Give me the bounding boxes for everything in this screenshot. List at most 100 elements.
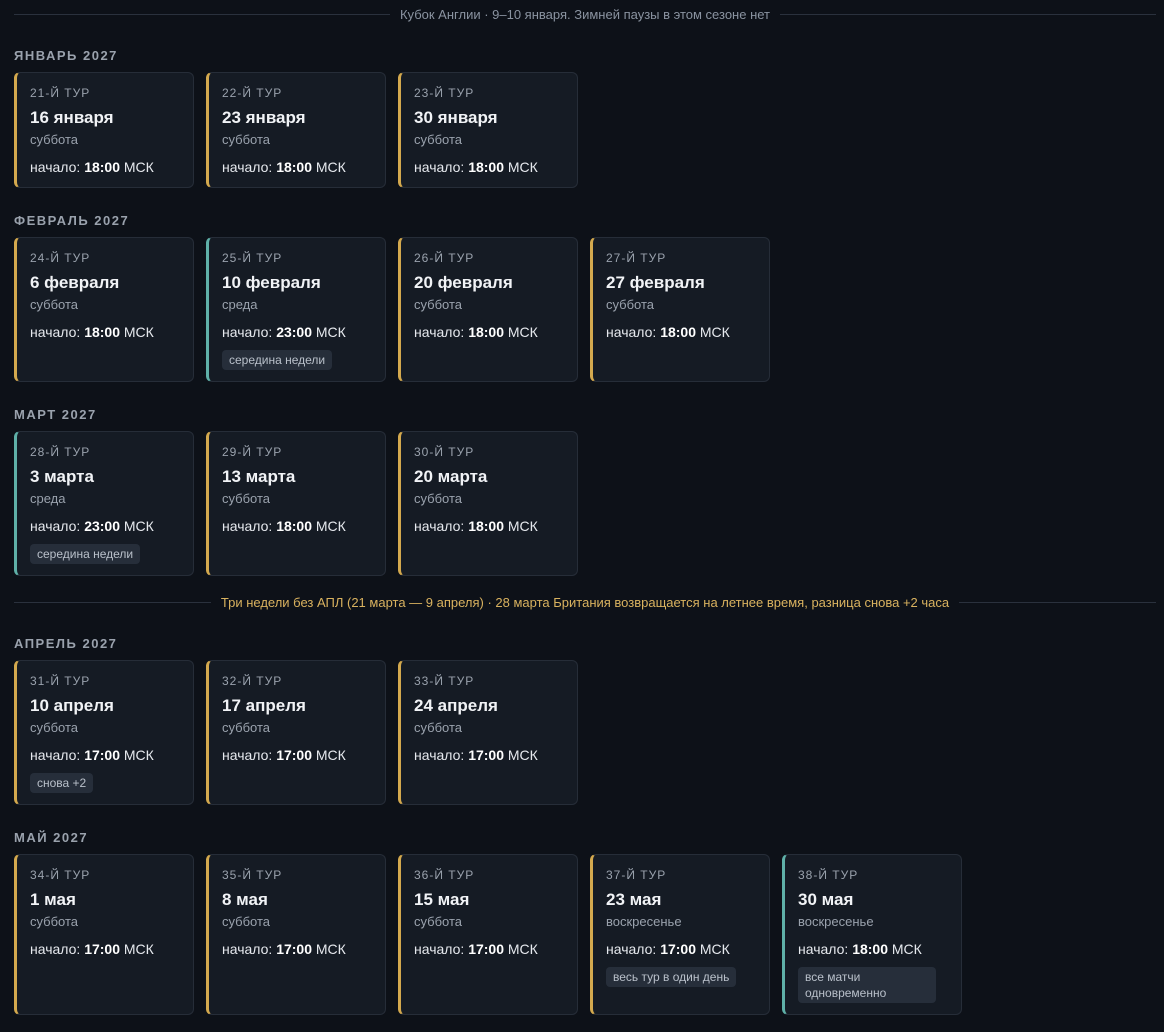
month-section: МАРТ 2027 28-Й ТУР 3 марта среда начало: 23… [14,407,1156,576]
timezone-label: МСК [507,159,538,175]
kickoff-time-value: 18:00 [84,159,120,175]
kickoff-prefix: начало: [222,324,273,340]
kickoff-prefix: начало: [414,747,465,763]
kickoff-time-value: 18:00 [468,159,504,175]
round-number: 25-Й ТУР [222,251,283,265]
timezone-label: МСК [123,747,154,763]
day-of-week: суббота [30,132,79,147]
kickoff-time-value: 23:00 [276,324,312,340]
timezone-label: МСК [315,324,346,340]
kickoff-time-value: 23:00 [84,518,120,534]
kickoff-prefix: начало: [30,159,81,175]
kickoff-prefix: начало: [798,941,849,957]
kickoff-time-value: 18:00 [468,324,504,340]
timezone-label: МСК [507,324,538,340]
day-of-week: суббота [30,720,79,735]
round-number: 31-Й ТУР [30,674,91,688]
divider-line [14,13,390,15]
day-of-week: среда [30,491,66,506]
round-date: 6 февраля [30,273,120,292]
day-of-week: среда [222,297,258,312]
month-label: МАЙ 2027 [14,830,89,845]
kickoff-prefix: начало: [222,518,273,534]
round-card: 34-Й ТУР 1 мая суббота начало: 17:00 МСК [14,854,194,1015]
kickoff-prefix: начало: [222,159,273,175]
month-section: АПРЕЛЬ 2027 31-Й ТУР 10 апреля суббота нача… [14,636,1156,805]
note-text: Кубок Англии · 9–10 января. Зимней паузы… [399,6,771,22]
kickoff-prefix: начало: [222,747,273,763]
kickoff-time: начало: 17:00 МСК [414,940,565,958]
round-card: 28-Й ТУР 3 марта среда начало: 23:00 МСК сер… [14,431,194,576]
timezone-label: МСК [507,518,538,534]
round-date: 3 марта [30,467,94,486]
round-date: 10 февраля [222,273,321,292]
kickoff-prefix: начало: [222,941,273,957]
round-card: 36-Й ТУР 15 мая суббота начало: 17:00 МСК [398,854,578,1015]
kickoff-time-value: 18:00 [660,324,696,340]
round-cards: 28-Й ТУР 3 марта среда начало: 23:00 МСК сер… [14,431,1156,576]
round-number: 29-Й ТУР [222,445,283,459]
day-of-week: суббота [30,297,79,312]
kickoff-prefix: начало: [606,324,657,340]
round-card: 23-Й ТУР 30 января суббота начало: 18:00 МС… [398,72,578,188]
kickoff-time: начало: 18:00 МСК [414,323,565,341]
kickoff-time-value: 18:00 [276,159,312,175]
day-of-week: суббота [222,132,271,147]
kickoff-time-value: 18:00 [84,324,120,340]
kickoff-time: начало: 17:00 МСК [30,746,181,764]
round-cards: 21-Й ТУР 16 января суббота начало: 18:00 МС… [14,72,1156,188]
day-of-week: суббота [414,914,463,929]
round-card: 22-Й ТУР 23 января суббота начало: 18:00 МС… [206,72,386,188]
round-card: 37-Й ТУР 23 мая воскресенье начало: 17:00 М… [590,854,770,1015]
round-badge: все матчи одновременно [798,967,936,1003]
timezone-label: МСК [315,518,346,534]
kickoff-time: начало: 18:00 МСК [222,158,373,176]
schedule: Кубок Англии · 9–10 января. Зимней паузы… [14,0,1157,1015]
kickoff-time-value: 18:00 [276,518,312,534]
kickoff-time: начало: 17:00 МСК [30,940,181,958]
round-date: 20 февраля [414,273,513,292]
international-break-note: Три недели без АПЛ (21 марта — 9 апреля)… [14,588,1157,616]
divider-line [780,13,1156,15]
round-cards: 31-Й ТУР 10 апреля суббота начало: 17:00 МС… [14,660,1156,805]
kickoff-time: начало: 17:00 МСК [414,746,565,764]
kickoff-time: начало: 17:00 МСК [222,940,373,958]
kickoff-time-value: 17:00 [468,941,504,957]
round-date: 30 января [414,108,498,127]
kickoff-time-value: 17:00 [276,747,312,763]
kickoff-time: начало: 18:00 МСК [222,517,373,535]
timezone-label: МСК [699,324,730,340]
round-card: 30-Й ТУР 20 марта суббота начало: 18:00 МСК [398,431,578,576]
round-number: 26-Й ТУР [414,251,475,265]
kickoff-prefix: начало: [30,518,81,534]
round-cards: 24-Й ТУР 6 февраля суббота начало: 18:00 МС… [14,237,1156,382]
round-number: 27-Й ТУР [606,251,667,265]
kickoff-time-value: 17:00 [276,941,312,957]
month-section: ЯНВАРЬ 2027 21-Й ТУР 16 января суббота нача… [14,48,1156,188]
round-number: 28-Й ТУР [30,445,91,459]
round-number: 24-Й ТУР [30,251,91,265]
round-card: 27-Й ТУР 27 февраля суббота начало: 18:00 М… [590,237,770,382]
round-date: 20 марта [414,467,488,486]
day-of-week: воскресенье [606,914,682,929]
day-of-week: суббота [414,491,463,506]
kickoff-prefix: начало: [606,941,657,957]
kickoff-time-value: 17:00 [660,941,696,957]
round-card: 24-Й ТУР 6 февраля суббота начало: 18:00 МС… [14,237,194,382]
kickoff-time: начало: 23:00 МСК [30,517,181,535]
round-cards: 34-Й ТУР 1 мая суббота начало: 17:00 МСК 35-… [14,854,1156,1015]
round-number: 23-Й ТУР [414,86,475,100]
kickoff-time: начало: 18:00 МСК [30,323,181,341]
round-card: 38-Й ТУР 30 мая воскресенье начало: 18:00 М… [782,854,962,1015]
round-number: 30-Й ТУР [414,445,475,459]
note-text: Три недели без АПЛ (21 марта — 9 апреля)… [220,594,950,610]
kickoff-time-value: 17:00 [84,747,120,763]
round-number: 33-Й ТУР [414,674,475,688]
kickoff-prefix: начало: [30,941,81,957]
round-badge: весь тур в один день [606,967,737,987]
round-number: 36-Й ТУР [414,868,475,882]
kickoff-time-value: 18:00 [852,941,888,957]
kickoff-prefix: начало: [414,518,465,534]
kickoff-time: начало: 18:00 МСК [414,158,565,176]
round-date: 15 мая [414,890,470,909]
